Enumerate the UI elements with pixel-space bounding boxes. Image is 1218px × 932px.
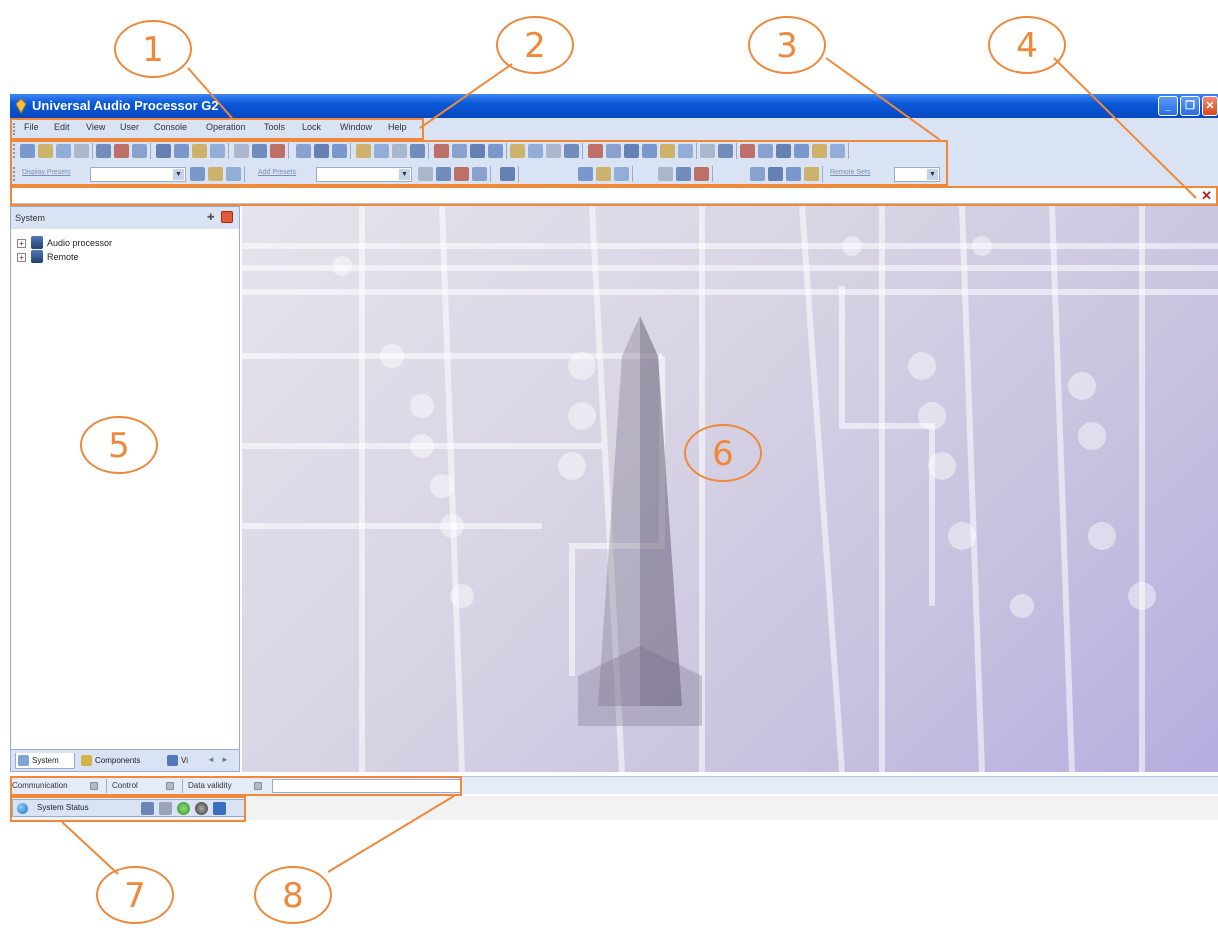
minimize-button[interactable]: _ (1158, 96, 1178, 116)
callout-number: 5 (108, 426, 130, 466)
panel-header: System ✚ (11, 207, 239, 229)
tower-logo-watermark (578, 316, 702, 726)
minimize-icon: _ (1164, 100, 1172, 112)
tab-components[interactable]: Components (79, 753, 161, 769)
tree-item-label: Audio processor (47, 238, 113, 248)
callout-number: 2 (524, 26, 546, 66)
tab-label: System (32, 756, 59, 765)
panel-title: System (15, 213, 46, 223)
panel-tab-strip: System Components Vi ◄ ► (11, 749, 239, 771)
close-icon: ✕ (1205, 100, 1215, 112)
tab-scroll-right-icon[interactable]: ► (221, 755, 229, 764)
main-workspace[interactable] (242, 206, 1218, 772)
callout-8: 8 (254, 866, 332, 924)
highlight-toolbars (10, 140, 948, 186)
components-icon (81, 755, 92, 766)
close-button[interactable]: ✕ (1202, 96, 1218, 116)
device-icon (31, 236, 43, 249)
expand-icon[interactable]: + (17, 253, 26, 262)
window-title: Universal Audio Processor G2 (32, 98, 219, 113)
highlight-status-bar (10, 776, 462, 796)
tab-system[interactable]: System (15, 753, 75, 769)
callout-7: 7 (96, 866, 174, 924)
views-icon (167, 755, 178, 766)
restore-icon: ❐ (1185, 100, 1195, 112)
callout-number: 8 (282, 876, 304, 916)
highlight-info-bar (10, 186, 1218, 206)
callout-2: 2 (496, 16, 574, 74)
tab-label: Components (95, 756, 141, 765)
panel-close-button[interactable] (221, 211, 233, 223)
callout-4: 4 (988, 16, 1066, 74)
system-icon (18, 755, 29, 766)
highlight-menu-bar (10, 118, 424, 140)
tab-label: Vi (181, 756, 188, 765)
callout-1: 1 (114, 20, 192, 78)
callout-number: 6 (712, 434, 734, 474)
tree-item-label: Remote (47, 252, 79, 262)
callout-5: 5 (80, 416, 158, 474)
highlight-system-status (10, 796, 246, 822)
annotated-screenshot: Universal Audio Processor G2 _ ❐ ✕ File … (0, 0, 1218, 932)
callout-number: 7 (124, 876, 146, 916)
app-logo-icon (14, 98, 28, 115)
title-bar: Universal Audio Processor G2 _ ❐ ✕ (10, 94, 1218, 118)
tab-scroll-left-icon[interactable]: ◄ (207, 755, 215, 764)
tab-views[interactable]: Vi (165, 753, 201, 769)
system-panel: System ✚ + Audio processor + Remote Syst… (10, 206, 240, 772)
callout-number: 1 (142, 30, 164, 70)
callout-number: 3 (776, 26, 798, 66)
callout-6: 6 (684, 424, 762, 482)
maximize-button[interactable]: ❐ (1180, 96, 1200, 116)
device-icon (31, 250, 43, 263)
pin-icon[interactable]: ✚ (207, 212, 217, 222)
circuit-background-image (242, 206, 1218, 772)
expand-icon[interactable]: + (17, 239, 26, 248)
callout-3: 3 (748, 16, 826, 74)
callout-number: 4 (1016, 26, 1038, 66)
